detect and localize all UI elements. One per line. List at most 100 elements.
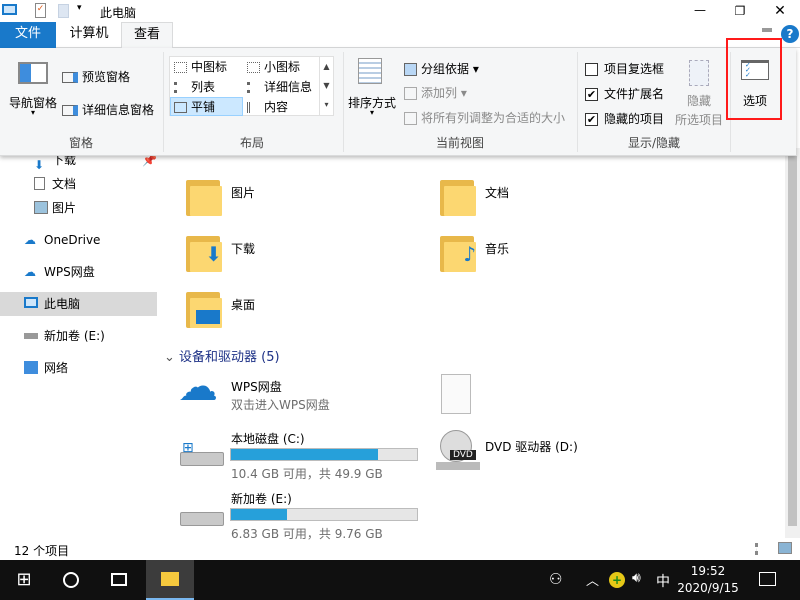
drive-c[interactable]: ⊞ 本地磁盘 (C:) 10.4 GB 可用，共 49.9 GB (178, 430, 423, 480)
folder-documents[interactable] (438, 178, 478, 218)
new-folder-icon[interactable] (58, 4, 69, 18)
nav-item-documents[interactable]: 文档 (0, 172, 157, 196)
start-button[interactable]: ⊞ (0, 560, 48, 600)
hidden-items-toggle[interactable]: ✔ 隐藏的项目 (585, 110, 664, 127)
quick-access-dropdown[interactable]: ▾ (77, 3, 82, 13)
drive-info: 10.4 GB 可用，共 49.9 GB (231, 465, 383, 482)
windows-logo-icon: ⊞ (182, 440, 194, 456)
blank-file-icon[interactable] (441, 374, 471, 414)
details-pane-button[interactable]: 详细信息窗格 (62, 101, 154, 118)
nav-item-drive-e[interactable]: 新加卷 (E:) (0, 324, 157, 348)
file-explorer-taskbar-button[interactable] (146, 560, 194, 600)
download-folder-icon: ⬇ (190, 242, 222, 272)
drive-d[interactable]: DVD DVD 驱动器 (D:) (434, 430, 634, 480)
item-count: 12 个项目 (14, 542, 69, 559)
desktop-folder-icon (190, 298, 222, 328)
group-label-panes: 窗格 (0, 134, 162, 151)
checkbox-checked[interactable]: ✔ (585, 113, 598, 126)
layout-details[interactable]: 详细信息 (247, 78, 312, 95)
nav-label: 网络 (44, 361, 68, 375)
computer-icon (2, 4, 17, 15)
maximize-button[interactable]: ❐ (720, 0, 760, 22)
tab-view[interactable]: 查看 (121, 22, 173, 49)
layout-label: 中图标 (191, 60, 227, 74)
drive-e[interactable]: 新加卷 (E:) 6.83 GB 可用，共 9.76 GB (178, 490, 423, 540)
folder-icon (161, 572, 179, 586)
wps-drive[interactable]: ☁ WPS网盘 双击进入WPS网盘 (178, 374, 418, 414)
layout-label: 列表 (191, 80, 215, 94)
sort-by-button[interactable]: 排序方式 ▾ (346, 56, 398, 126)
checkbox-label: 文件扩展名 (604, 87, 664, 101)
folder-pictures[interactable] (184, 178, 224, 218)
notification-center-icon[interactable] (759, 572, 776, 586)
ime-indicator[interactable]: 中 (656, 571, 670, 591)
folder-label: 音乐 (485, 240, 509, 257)
nav-label: WPS网盘 (44, 265, 95, 279)
dvd-tray-icon (436, 462, 480, 470)
layout-gallery: 中图标 小图标 列表 详细信息 平铺 内容 ▲▼▾ (169, 56, 334, 116)
fit-columns-button[interactable]: 将所有列调整为合适的大小 (404, 109, 565, 126)
folder-music[interactable]: ♪ (438, 234, 478, 274)
help-icon[interactable]: ? (781, 25, 799, 43)
hide-selected-button[interactable]: 隐藏 所选项目 (670, 56, 728, 128)
vertical-scrollbar[interactable] (785, 148, 800, 538)
security-app-icon[interactable]: + (609, 572, 625, 588)
nav-label: 新加卷 (E:) (44, 329, 105, 343)
drive-name: 新加卷 (E:) (231, 490, 292, 507)
preview-pane-button[interactable]: 预览窗格 (62, 68, 130, 85)
properties-icon[interactable]: ✓ (35, 3, 46, 18)
nav-item-pictures[interactable]: 图片 (0, 196, 157, 220)
minimize-button[interactable]: — (680, 0, 720, 22)
nav-label: OneDrive (44, 233, 100, 247)
checkbox-label: 项目复选框 (604, 62, 664, 76)
close-button[interactable]: ✕ (760, 0, 800, 22)
large-icons-view-button[interactable] (778, 542, 792, 554)
file-extensions-toggle[interactable]: ✔ 文件扩展名 (585, 85, 664, 102)
group-by-button[interactable]: 分组依据 ▾ (404, 60, 479, 77)
drive-subtitle: 双击进入WPS网盘 (231, 396, 330, 413)
nav-pane-button[interactable]: 导航窗格 ▾ (4, 56, 62, 126)
show-hidden-icons-button[interactable]: ︿ (586, 570, 599, 589)
nav-item-wps[interactable]: ☁WPS网盘 (0, 260, 157, 284)
folder-desktop[interactable] (184, 290, 224, 330)
content-icon (247, 102, 260, 113)
layout-small-icons[interactable]: 小图标 (247, 58, 300, 75)
wps-cloud-icon: ☁ (178, 364, 218, 410)
checkbox-label: 隐藏的项目 (604, 112, 664, 126)
tab-file[interactable]: 文件 (0, 22, 56, 48)
layout-tiles[interactable]: 平铺 (170, 97, 243, 116)
nav-item-this-pc[interactable]: 此电脑 (0, 292, 157, 316)
drive-name: WPS网盘 (231, 378, 282, 395)
group-by-icon (404, 63, 417, 76)
picture-folder-icon (190, 186, 222, 216)
tab-computer[interactable]: 计算机 (58, 22, 120, 48)
checkbox-checked[interactable]: ✔ (585, 88, 598, 101)
network-icon (24, 361, 38, 374)
tiles-icon (174, 102, 187, 113)
details-view-button[interactable] (755, 543, 770, 555)
devices-section-header[interactable]: ⌄ 设备和驱动器 (5) (164, 346, 280, 365)
pin-ribbon-icon[interactable] (762, 28, 772, 32)
title-bar: ✓ ▾ 此电脑 — ❐ ✕ (0, 0, 800, 22)
checkbox-unchecked[interactable] (585, 63, 598, 76)
volume-icon[interactable]: 🔊︎ (632, 570, 641, 586)
layout-list[interactable]: 列表 (174, 78, 215, 95)
nav-pane-icon (18, 62, 48, 84)
layout-label: 平铺 (191, 100, 215, 114)
window-title: 此电脑 (100, 4, 136, 21)
gallery-scroll[interactable]: ▲▼▾ (319, 57, 333, 115)
task-view-button[interactable] (111, 573, 127, 586)
clock[interactable]: 19:52 2020/9/15 (676, 563, 740, 597)
nav-item-onedrive[interactable]: ☁OneDrive (0, 228, 157, 252)
small-icons-icon (247, 62, 260, 73)
add-column-button[interactable]: 添加列 ▾ (404, 84, 467, 101)
item-checkboxes-toggle[interactable]: 项目复选框 (585, 60, 664, 77)
details-icon (247, 82, 260, 93)
layout-medium-icons[interactable]: 中图标 (174, 58, 227, 75)
folder-downloads[interactable]: ⬇ (184, 234, 224, 274)
nav-item-network[interactable]: 网络 (0, 356, 157, 380)
layout-content[interactable]: 内容 (247, 98, 288, 115)
search-button[interactable] (63, 572, 79, 588)
view-ribbon: 导航窗格 ▾ 预览窗格 详细信息窗格 窗格 中图标 小图标 列表 详细信息 平铺… (0, 48, 796, 156)
people-icon[interactable]: ⚇ (549, 570, 562, 588)
